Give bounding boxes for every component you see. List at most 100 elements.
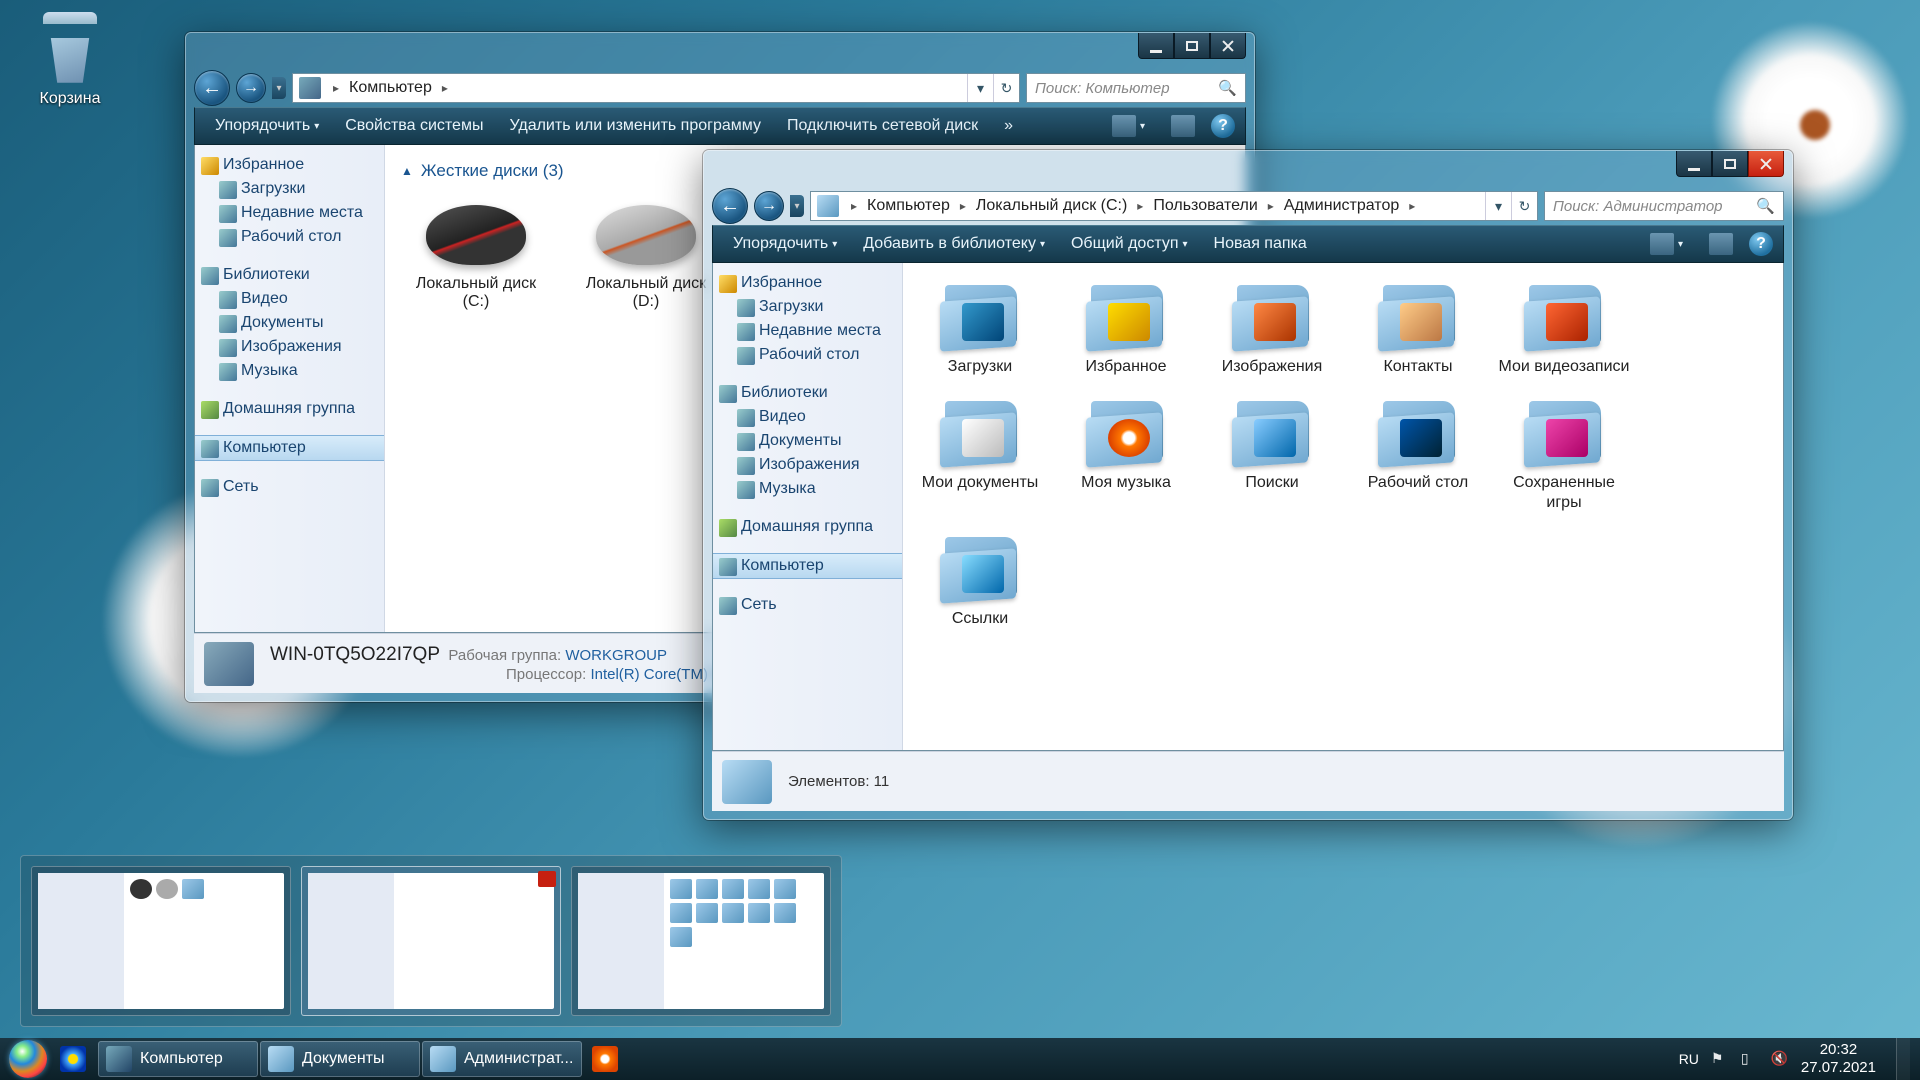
- thumbnail[interactable]: [571, 866, 831, 1016]
- maximize-button[interactable]: [1174, 33, 1210, 59]
- start-button[interactable]: [6, 1038, 50, 1080]
- breadcrumb-arrow[interactable]: ▸: [845, 192, 863, 220]
- network-icon[interactable]: ▯: [1741, 1050, 1759, 1068]
- organize-menu[interactable]: Упорядочить▾: [723, 226, 847, 262]
- back-button[interactable]: ←: [712, 188, 748, 224]
- preview-pane-toggle[interactable]: [1699, 226, 1743, 262]
- overflow-button[interactable]: »: [994, 108, 1023, 144]
- address-bar[interactable]: ▸ Компьютер ▸ ▾ ↻: [292, 73, 1020, 103]
- add-to-library[interactable]: Добавить в библиотеку▾: [853, 226, 1055, 262]
- sidebar-videos[interactable]: Видео: [713, 405, 902, 429]
- breadcrumb[interactable]: Пользователи: [1149, 192, 1261, 220]
- uninstall-program[interactable]: Удалить или изменить программу: [499, 108, 771, 144]
- folder-item[interactable]: Мои видеозаписи: [1493, 275, 1635, 383]
- recycle-bin[interactable]: Корзина: [20, 10, 120, 108]
- map-network-drive[interactable]: Подключить сетевой диск: [777, 108, 988, 144]
- taskbar-wmp[interactable]: [584, 1041, 628, 1077]
- sidebar-videos[interactable]: Видео: [195, 287, 384, 311]
- sidebar-music[interactable]: Музыка: [713, 477, 902, 501]
- breadcrumb-arrow[interactable]: ▸: [327, 74, 345, 102]
- search-input[interactable]: Поиск: Компьютер 🔍: [1026, 73, 1246, 103]
- sidebar-documents[interactable]: Документы: [195, 311, 384, 335]
- sidebar-libraries[interactable]: Библиотеки: [195, 263, 384, 287]
- drive-d[interactable]: Локальный диск (D:): [576, 205, 716, 311]
- address-dropdown[interactable]: ▾: [1485, 192, 1511, 220]
- history-dropdown[interactable]: ▾: [272, 77, 286, 99]
- taskbar-admin[interactable]: Администрат...: [422, 1041, 582, 1077]
- sidebar-homegroup[interactable]: Домашняя группа: [195, 397, 384, 421]
- sidebar-desktop[interactable]: Рабочий стол: [195, 225, 384, 249]
- folder-item[interactable]: Изображения: [1201, 275, 1343, 383]
- refresh-button[interactable]: ↻: [993, 74, 1019, 102]
- address-dropdown[interactable]: ▾: [967, 74, 993, 102]
- folder-item[interactable]: Загрузки: [909, 275, 1051, 383]
- taskbar-ie[interactable]: [52, 1041, 96, 1077]
- language-indicator[interactable]: RU: [1679, 1051, 1699, 1067]
- preview-pane-toggle[interactable]: [1161, 108, 1205, 144]
- breadcrumb-arrow[interactable]: ▸: [1403, 192, 1421, 220]
- taskbar-documents[interactable]: Документы: [260, 1041, 420, 1077]
- taskbar-computer[interactable]: Компьютер: [98, 1041, 258, 1077]
- folder-item[interactable]: Мои документы: [909, 391, 1051, 519]
- breadcrumb[interactable]: Компьютер: [863, 192, 954, 220]
- folder-item[interactable]: Избранное: [1055, 275, 1197, 383]
- system-properties[interactable]: Свойства системы: [335, 108, 493, 144]
- sidebar-favorites[interactable]: Избранное: [713, 271, 902, 295]
- sidebar-pictures[interactable]: Изображения: [713, 453, 902, 477]
- sidebar-homegroup[interactable]: Домашняя группа: [713, 515, 902, 539]
- sidebar-downloads[interactable]: Загрузки: [195, 177, 384, 201]
- breadcrumb-arrow[interactable]: ▸: [1262, 192, 1280, 220]
- folder-item[interactable]: Сохраненные игры: [1493, 391, 1635, 519]
- breadcrumb-arrow[interactable]: ▸: [436, 74, 454, 102]
- breadcrumb[interactable]: Локальный диск (C:): [972, 192, 1131, 220]
- forward-button[interactable]: →: [754, 191, 784, 221]
- new-folder[interactable]: Новая папка: [1204, 226, 1317, 262]
- sidebar-network[interactable]: Сеть: [713, 593, 902, 617]
- sidebar-favorites[interactable]: Избранное: [195, 153, 384, 177]
- help-button[interactable]: ?: [1749, 232, 1773, 256]
- folder-item[interactable]: Поиски: [1201, 391, 1343, 519]
- view-options[interactable]: ▾: [1640, 226, 1693, 262]
- address-bar[interactable]: ▸ Компьютер ▸ Локальный диск (C:) ▸ Поль…: [810, 191, 1538, 221]
- search-input[interactable]: Поиск: Администратор 🔍: [1544, 191, 1784, 221]
- folder-item[interactable]: Рабочий стол: [1347, 391, 1489, 519]
- show-desktop-button[interactable]: [1896, 1038, 1910, 1080]
- sidebar-recent[interactable]: Недавние места: [195, 201, 384, 225]
- thumbnail[interactable]: [31, 866, 291, 1016]
- folder-item[interactable]: Моя музыка: [1055, 391, 1197, 519]
- breadcrumb-computer[interactable]: Компьютер: [345, 74, 436, 102]
- history-dropdown[interactable]: ▾: [790, 195, 804, 217]
- close-button[interactable]: [1748, 151, 1784, 177]
- sidebar-documents[interactable]: Документы: [713, 429, 902, 453]
- clock[interactable]: 20:32 27.07.2021: [1801, 1041, 1876, 1077]
- folder-item[interactable]: Ссылки: [909, 527, 1051, 635]
- sidebar-downloads[interactable]: Загрузки: [713, 295, 902, 319]
- minimize-button[interactable]: [1138, 33, 1174, 59]
- thumbnail[interactable]: [301, 866, 561, 1016]
- sidebar-network[interactable]: Сеть: [195, 475, 384, 499]
- maximize-button[interactable]: [1712, 151, 1748, 177]
- content-pane[interactable]: ЗагрузкиИзбранноеИзображенияКонтактыМои …: [903, 263, 1783, 750]
- share-menu[interactable]: Общий доступ▾: [1061, 226, 1198, 262]
- back-button[interactable]: ←: [194, 70, 230, 106]
- close-button[interactable]: [1210, 33, 1246, 59]
- sidebar-computer[interactable]: Компьютер: [713, 553, 902, 579]
- flag-icon[interactable]: ⚑: [1711, 1050, 1729, 1068]
- sidebar-desktop[interactable]: Рабочий стол: [713, 343, 902, 367]
- folder-item[interactable]: Контакты: [1347, 275, 1489, 383]
- close-icon[interactable]: [538, 871, 556, 887]
- minimize-button[interactable]: [1676, 151, 1712, 177]
- help-button[interactable]: ?: [1211, 114, 1235, 138]
- volume-icon[interactable]: 🔇: [1771, 1050, 1789, 1068]
- sidebar-music[interactable]: Музыка: [195, 359, 384, 383]
- drive-c[interactable]: Локальный диск (C:): [406, 205, 546, 311]
- forward-button[interactable]: →: [236, 73, 266, 103]
- sidebar-libraries[interactable]: Библиотеки: [713, 381, 902, 405]
- organize-menu[interactable]: Упорядочить▾: [205, 108, 329, 144]
- sidebar-computer[interactable]: Компьютер: [195, 435, 384, 461]
- breadcrumb-arrow[interactable]: ▸: [1131, 192, 1149, 220]
- view-options[interactable]: ▾: [1102, 108, 1155, 144]
- breadcrumb[interactable]: Администратор: [1280, 192, 1403, 220]
- breadcrumb-arrow[interactable]: ▸: [954, 192, 972, 220]
- refresh-button[interactable]: ↻: [1511, 192, 1537, 220]
